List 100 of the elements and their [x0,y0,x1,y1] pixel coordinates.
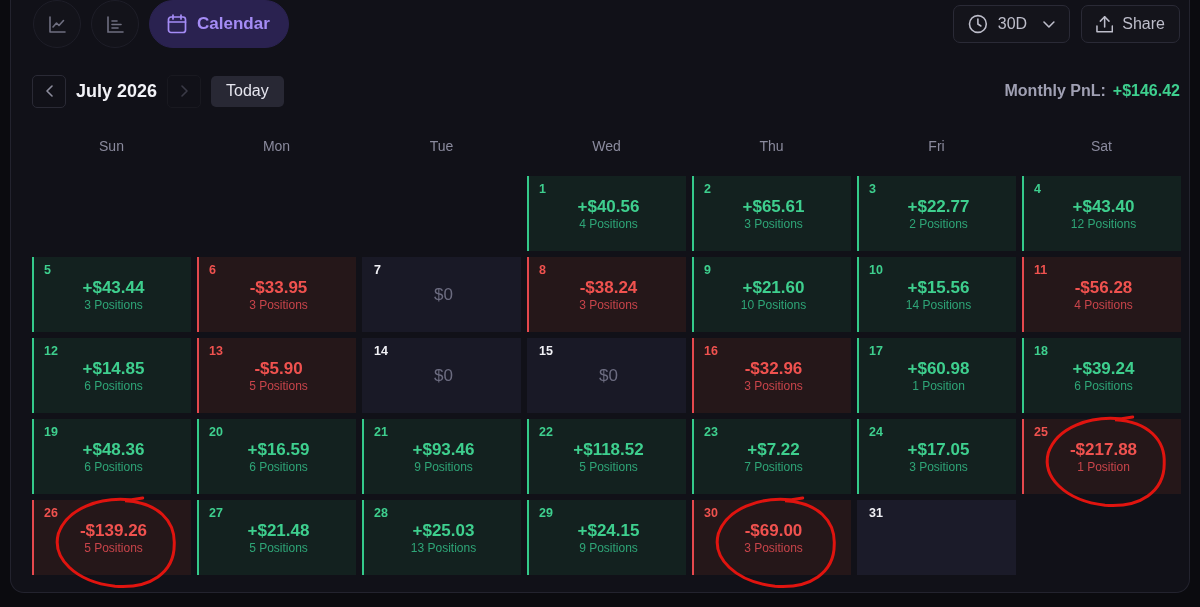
day-number: 25 [1034,425,1049,439]
day-number: 27 [209,506,224,520]
pnl-amount: +$21.48 [246,521,311,541]
day-number: 19 [44,425,59,439]
pnl-amount: +$43.44 [81,278,146,298]
pnl-amount: $0 [598,366,619,386]
day-number: 22 [539,425,554,439]
positions-count: 4 Positions [1073,298,1134,313]
pnl-amount: -$5.90 [253,359,304,379]
share-button[interactable]: Share [1081,5,1180,43]
positions-count: 3 Positions [743,379,804,394]
day-number: 29 [539,506,554,520]
pnl-amount: +$25.03 [411,521,476,541]
pnl-amount: +$22.77 [906,197,971,217]
pnl-amount: +$16.59 [246,440,311,460]
range-dropdown[interactable]: 30D [953,5,1070,43]
pnl-amount: $0 [433,285,454,305]
day-number: 28 [374,506,389,520]
positions-count: 5 Positions [248,541,309,556]
day-number: 23 [704,425,719,439]
day-number: 3 [869,182,877,196]
positions-count: 5 Positions [248,379,309,394]
pnl-amount: -$56.28 [1073,278,1134,298]
weekday-label: Fri [927,138,946,154]
positions-count: 9 Positions [578,541,639,556]
pnl-amount: +$60.98 [906,359,971,379]
positions-count: 3 Positions [83,298,144,313]
view-tab[interactable] [33,0,81,48]
monthly-pnl-value: +$146.42 [1112,82,1180,100]
pnl-amount: -$33.95 [248,278,309,298]
positions-count: 7 Positions [743,460,804,475]
positions-count: 12 Positions [1069,217,1138,232]
calendar-icon [167,14,187,34]
pnl-amount: +$48.36 [81,440,146,460]
monthly-pnl-label: Monthly PnL: [1004,82,1106,100]
positions-count: 14 Positions [904,298,973,313]
positions-count: 6 Positions [83,379,144,394]
day-number: 24 [869,425,884,439]
positions-count: 13 Positions [409,541,478,556]
pnl-amount: +$24.15 [576,521,641,541]
pnl-amount: +$43.40 [1071,197,1136,217]
positions-count: 3 Positions [908,460,969,475]
pnl-amount: +$14.85 [81,359,146,379]
weekday-label: Wed [591,138,622,154]
day-number: 15 [539,344,554,358]
day-number: 12 [44,344,59,358]
pnl-amount: +$118.52 [572,440,645,460]
day-number: 31 [869,506,884,520]
day-number: 14 [374,344,389,358]
pnl-amount: +$93.46 [411,440,476,460]
line-chart-icon [48,15,66,33]
positions-count: 6 Positions [1073,379,1134,394]
pnl-amount: -$69.00 [743,521,804,541]
view-tab[interactable]: Calendar [149,0,289,48]
pnl-amount: -$38.24 [578,278,639,298]
positions-count: 5 Positions [578,460,639,475]
positions-count: 3 Positions [578,298,639,313]
positions-count: 10 Positions [739,298,808,313]
day-number: 5 [44,263,52,277]
day-number: 30 [704,506,719,520]
weekday-label: Sat [1090,138,1113,154]
day-number: 2 [704,182,712,196]
view-tab[interactable] [91,0,139,48]
day-number: 9 [704,263,712,277]
pnl-amount: -$217.88 [1068,440,1139,460]
positions-count: 6 Positions [83,460,144,475]
day-number: 21 [374,425,389,439]
day-number: 7 [374,263,382,277]
pnl-amount: $0 [433,366,454,386]
positions-count: 6 Positions [248,460,309,475]
positions-count: 2 Positions [908,217,969,232]
weekday-label: Tue [428,138,455,154]
day-number: 8 [539,263,547,277]
day-number: 4 [1034,182,1042,196]
upload-icon [1096,15,1114,33]
pnl-amount: +$21.60 [741,278,806,298]
pnl-amount: -$139.26 [78,521,149,541]
today-button[interactable]: Today [211,75,284,107]
positions-count: 1 Position [911,379,966,394]
day-number: 26 [44,506,59,520]
chevron-down-icon [1043,20,1055,28]
day-number: 13 [209,344,224,358]
day-number: 20 [209,425,224,439]
weekday-label: Sun [98,138,125,154]
chevron-left-icon [45,85,53,97]
positions-count: 1 Position [1076,460,1131,475]
pnl-amount: +$17.05 [906,440,971,460]
pnl-amount: +$40.56 [576,197,641,217]
day-number: 11 [1034,263,1049,277]
pnl-amount: +$7.22 [746,440,801,460]
day-number: 16 [704,344,719,358]
day-number: 18 [1034,344,1049,358]
day-number: 6 [209,263,217,277]
pnl-amount: +$39.24 [1071,359,1136,379]
weekday-label: Thu [758,138,785,154]
previous-month-button[interactable] [32,74,66,108]
positions-count: 3 Positions [743,217,804,232]
day-number: 17 [869,344,884,358]
positions-count: 4 Positions [578,217,639,232]
day-number: 10 [869,263,884,277]
